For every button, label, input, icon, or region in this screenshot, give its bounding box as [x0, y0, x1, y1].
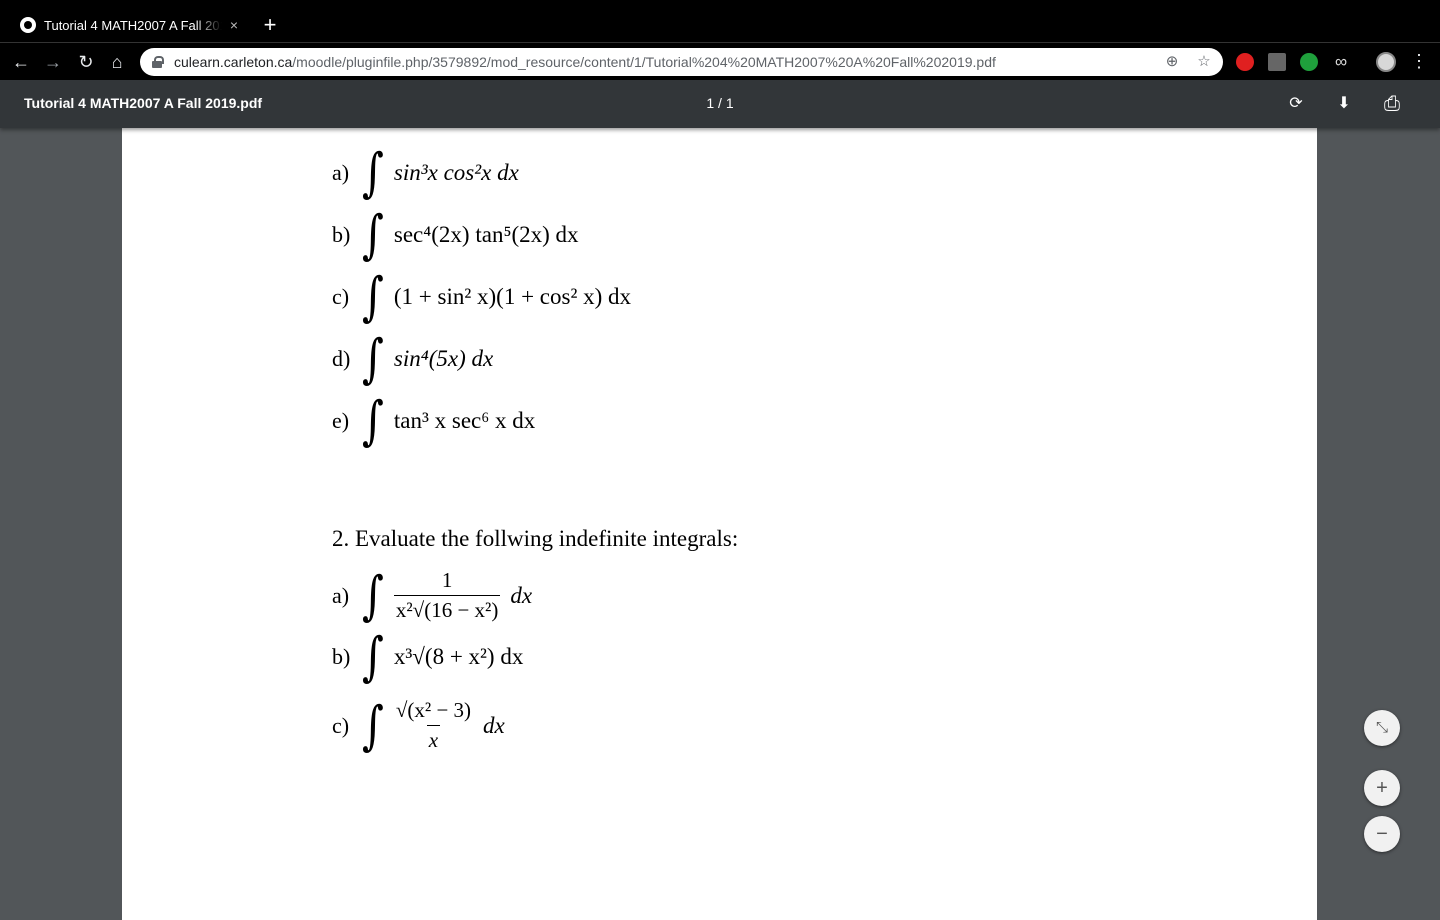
fraction-numerator: √(x² − 3)	[395, 698, 472, 722]
problem-expression: sec⁴(2x) tan⁵(2x) dx	[393, 222, 579, 247]
fraction-denominator: x	[426, 725, 441, 753]
address-bar[interactable]: culearn.carleton.ca/moodle/pluginfile.ph…	[140, 48, 1223, 76]
url-text: culearn.carleton.ca/moodle/pluginfile.ph…	[174, 54, 996, 70]
problem-expression: sin³x cos²x dx	[393, 160, 519, 185]
site-favicon-icon	[20, 17, 36, 33]
problem-1a: a) ∫ sin³x cos²x dx	[332, 146, 519, 199]
print-icon[interactable]: ⎙	[1380, 92, 1404, 116]
problem-expression: (1 + sin² x)(1 + cos² x) dx	[393, 284, 632, 309]
profile-avatar[interactable]	[1376, 52, 1396, 72]
rotate-icon[interactable]: ⟳	[1284, 92, 1308, 116]
bookmark-star-icon[interactable]: ☆	[1194, 52, 1214, 72]
problem-label: c)	[332, 712, 350, 738]
problem-label: a)	[332, 160, 350, 185]
download-icon[interactable]: ⬇	[1332, 92, 1356, 116]
problem-1b: b) ∫ sec⁴(2x) tan⁵(2x) dx	[332, 208, 579, 261]
integral-sign: ∫	[362, 564, 384, 626]
green-extension-icon[interactable]	[1300, 53, 1318, 71]
home-button[interactable]: ⌂	[104, 49, 130, 75]
reload-button[interactable]: ↻	[73, 49, 99, 75]
fit-to-page-icon[interactable]: ⤡	[1364, 710, 1400, 746]
new-tab-button[interactable]: +	[258, 12, 282, 38]
integral-sign: ∫	[362, 265, 384, 327]
problem-2b: b) ∫ x³√(8 + x²) dx	[332, 630, 524, 683]
tab-title: Tutorial 4 MATH2007 A Fall 2019.pdf	[44, 17, 222, 33]
integral-sign: ∫	[362, 141, 384, 203]
lock-icon	[152, 56, 164, 68]
integral-sign: ∫	[362, 694, 384, 756]
browser-menu-icon[interactable]: ⋮	[1410, 51, 1428, 72]
pdf-page: a) ∫ sin³x cos²x dx b) ∫ sec⁴(2x) tan⁵(2…	[122, 120, 1317, 920]
browser-toolbar: ← → ↻ ⌂ culearn.carleton.ca/moodle/plugi…	[0, 42, 1440, 80]
forward-button[interactable]: →	[40, 49, 66, 75]
back-button[interactable]: ←	[8, 49, 34, 75]
page-indicator: 1 / 1	[706, 95, 734, 111]
image-extension-icon[interactable]	[1268, 53, 1286, 71]
fraction: √(x² − 3) x	[394, 698, 473, 753]
integral-sign: ∫	[362, 203, 384, 265]
zoom-in-button[interactable]: +	[1364, 770, 1400, 806]
pdf-toolbar: Tutorial 4 MATH2007 A Fall 2019.pdf 1 / …	[0, 80, 1440, 128]
url-host: culearn.carleton.ca	[174, 54, 293, 70]
problem-label: b)	[332, 644, 351, 669]
zoom-icon[interactable]: ⊕	[1162, 52, 1182, 72]
fraction-numerator: 1	[441, 568, 453, 592]
pdf-title: Tutorial 4 MATH2007 A Fall 2019.pdf	[24, 95, 263, 111]
integral-sign: ∫	[362, 625, 384, 687]
url-path: /moodle/pluginfile.php/3579892/mod_resou…	[292, 54, 996, 70]
problem-label: d)	[332, 346, 351, 371]
problem-1e: e) ∫ tan³ x sec⁶ x dx	[332, 394, 536, 447]
problem-expression: tan³ x sec⁶ x dx	[393, 408, 536, 433]
problem-expression: sin⁴(5x) dx	[393, 346, 494, 371]
tab-close-icon[interactable]: ×	[226, 17, 242, 33]
integral-sign: ∫	[362, 327, 384, 389]
problem-1c: c) ∫ (1 + sin² x)(1 + cos² x) dx	[332, 270, 632, 323]
differential: dx	[510, 582, 533, 608]
problem-label: a)	[332, 582, 350, 608]
infinity-extension-icon[interactable]: ∞	[1330, 53, 1352, 71]
problem-2a: a) ∫ 1 x²√(16 − x²) dx	[332, 568, 532, 623]
differential: dx	[483, 712, 505, 738]
tab-strip: Tutorial 4 MATH2007 A Fall 2019.pdf × +	[0, 0, 1440, 42]
adblock-extension-icon[interactable]	[1236, 53, 1254, 71]
fraction: 1 x²√(16 − x²)	[393, 568, 501, 623]
browser-tab[interactable]: Tutorial 4 MATH2007 A Fall 2019.pdf ×	[8, 8, 248, 42]
problem-2c: c) ∫ √(x² − 3) x dx	[332, 698, 505, 753]
problem-label: c)	[332, 284, 350, 309]
fraction-denominator: x²√(16 − x²)	[393, 595, 501, 623]
problem-label: b)	[332, 222, 351, 247]
integral-sign: ∫	[362, 389, 384, 451]
zoom-out-button[interactable]: −	[1364, 816, 1400, 852]
problem-expression: x³√(8 + x²) dx	[393, 644, 524, 669]
problem-label: e)	[332, 408, 350, 433]
problem-1d: d) ∫ sin⁴(5x) dx	[332, 332, 494, 385]
section-2-heading: 2. Evaluate the follwing indefinite inte…	[332, 526, 739, 551]
